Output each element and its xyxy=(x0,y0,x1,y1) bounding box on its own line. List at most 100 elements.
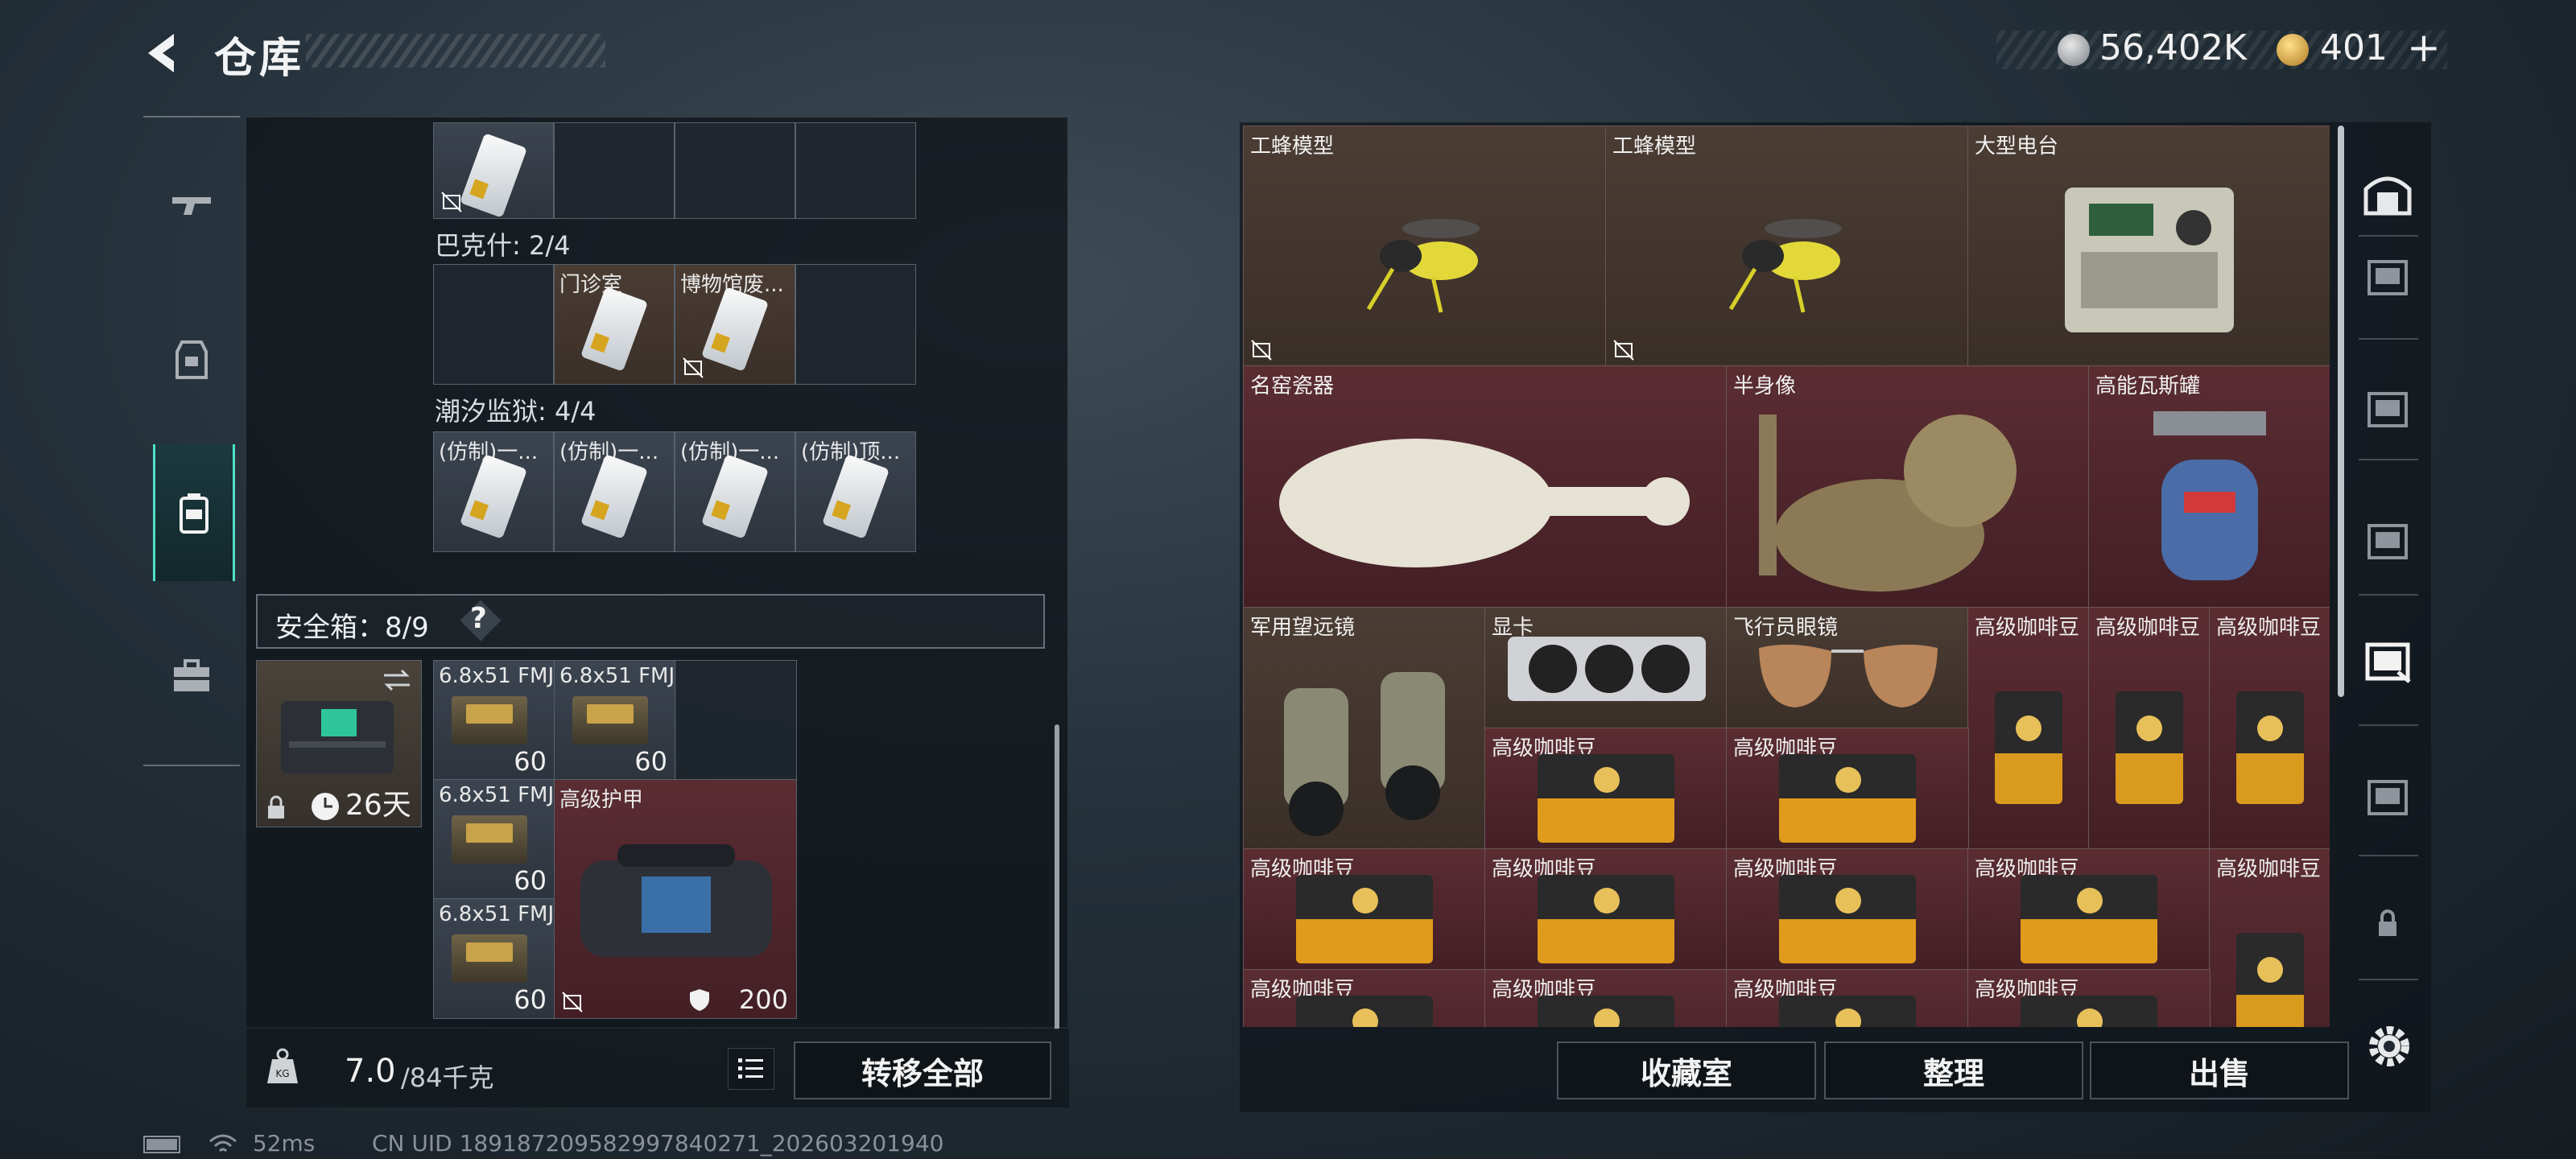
coffee-bag-icon xyxy=(1296,996,1433,1027)
porcelain-item[interactable]: 名窑瓷器 xyxy=(1243,365,1728,608)
nav-divider xyxy=(2359,338,2418,340)
key-card-replica[interactable]: (仿制)一... xyxy=(554,431,675,552)
coffee-bag-icon xyxy=(2021,875,2157,963)
empty-slot[interactable] xyxy=(795,122,916,219)
aviator-glasses-item[interactable]: 飞行员眼镜 xyxy=(1726,607,1969,729)
coffee-beans-item[interactable]: 高级咖啡豆 xyxy=(1484,848,1728,971)
gear-icon[interactable] xyxy=(2363,1021,2415,1072)
armor-bag-icon xyxy=(580,844,772,957)
coffee-beans-item[interactable]: 高级咖啡豆 xyxy=(1967,607,2090,850)
key-card-clinic[interactable]: 门诊室 xyxy=(554,264,675,385)
radio-icon xyxy=(2065,188,2234,332)
key-card-replica[interactable]: (仿制)一... xyxy=(675,431,795,552)
stash-scrollbar[interactable] xyxy=(2338,126,2344,697)
stash-page-3[interactable] xyxy=(2357,491,2418,588)
key-card-replica[interactable]: (仿制)顶... xyxy=(795,431,916,552)
coffee-beans-item[interactable]: 高级咖啡豆 xyxy=(1726,728,1969,850)
empty-slot[interactable] xyxy=(554,122,675,219)
empty-slot[interactable] xyxy=(795,264,916,385)
gpu-icon xyxy=(1508,637,1706,701)
item-label: 高级咖啡豆 xyxy=(1975,616,2080,640)
coffee-beans-item[interactable]: 高级咖啡豆 xyxy=(1243,848,1486,971)
coffee-beans-item[interactable]: 高级咖啡豆 xyxy=(2209,848,2330,1027)
coffee-beans-item[interactable]: 高级咖啡豆 xyxy=(1243,969,1486,1027)
stash-tab-icon xyxy=(2368,524,2408,559)
help-icon-glyph: ? xyxy=(470,602,487,635)
nav-divider xyxy=(2359,724,2418,726)
key-card-icon xyxy=(700,454,770,539)
bakesh-key-grid: 门诊室 博物馆废... xyxy=(433,264,916,385)
shield-icon xyxy=(690,989,709,1011)
silver-balance: 56,402K xyxy=(2099,27,2247,68)
key-card-replica[interactable]: (仿制)一... xyxy=(433,431,554,552)
svg-text:KG: KG xyxy=(275,1068,289,1079)
collection-room-button[interactable]: 收藏室 xyxy=(1557,1041,1816,1099)
coffee-beans-item[interactable]: 高级咖啡豆 xyxy=(1484,728,1728,850)
key-card-icon xyxy=(580,287,649,372)
coffee-beans-item[interactable]: 高级咖啡豆 xyxy=(1484,969,1728,1027)
stash-page-2[interactable] xyxy=(2357,359,2418,456)
coffee-beans-item[interactable]: 高级咖啡豆 xyxy=(1967,848,2211,971)
ammo-item[interactable]: 6.8x51 FMJ 60 xyxy=(554,660,676,781)
swap-icon[interactable] xyxy=(381,667,413,693)
stash-page-locked[interactable] xyxy=(2357,874,2418,971)
bust-item[interactable]: 半身像 xyxy=(1726,365,2090,608)
nav-toolbox[interactable] xyxy=(153,608,230,745)
back-arrow-icon[interactable] xyxy=(138,29,187,77)
empty-slot[interactable] xyxy=(675,122,795,219)
stash-tab-active-icon xyxy=(2365,642,2411,683)
bee-model-item[interactable]: 工蜂模型 xyxy=(1605,126,1969,367)
coffee-beans-item[interactable]: 高级咖啡豆 xyxy=(2088,607,2211,850)
stash-page-5[interactable] xyxy=(2357,747,2418,843)
no-carry-icon xyxy=(1251,340,1272,361)
coffee-bag-icon xyxy=(1779,996,1916,1027)
tidal-prison-key-grid: (仿制)一... (仿制)一... (仿制)一... (仿制)顶... xyxy=(433,431,916,552)
item-quantity: 60 xyxy=(514,746,547,777)
nav-armor[interactable] xyxy=(153,291,230,428)
stash-home-icon xyxy=(2363,176,2412,216)
nav-weapon[interactable] xyxy=(153,135,230,272)
binoculars-item[interactable]: 军用望远镜 xyxy=(1243,607,1486,850)
armor-item[interactable]: 高级护甲 200 xyxy=(554,779,797,1019)
transfer-all-button[interactable]: 转移全部 xyxy=(794,1041,1051,1099)
stash-page-4-active[interactable] xyxy=(2357,612,2418,708)
item-label: 高级咖啡豆 xyxy=(2095,616,2201,640)
nav-backpack[interactable] xyxy=(153,444,235,581)
item-label: 名窑瓷器 xyxy=(1250,374,1335,398)
large-radio-item[interactable]: 大型电台 xyxy=(1967,126,2330,367)
sell-button[interactable]: 出售 xyxy=(2090,1041,2349,1099)
empty-slot[interactable] xyxy=(675,660,797,781)
ammo-item[interactable]: 6.8x51 FMJ 60 xyxy=(433,660,555,781)
weight-icon: KG xyxy=(267,1048,298,1083)
safebox-case[interactable]: 26天 xyxy=(256,660,422,827)
nav-divider xyxy=(2359,594,2418,596)
add-gold-button[interactable]: + xyxy=(2407,24,2441,71)
armor-icon xyxy=(175,340,208,379)
bee-model-item[interactable]: 工蜂模型 xyxy=(1243,126,1607,367)
key-card-museum[interactable]: 博物馆废... xyxy=(675,264,795,385)
weight-current: 7.0 xyxy=(345,1053,396,1090)
coffee-beans-item[interactable]: 高级咖啡豆 xyxy=(1726,969,1969,1027)
stash-page-1[interactable] xyxy=(2357,227,2418,324)
coffee-beans-item[interactable]: 高级咖啡豆 xyxy=(1726,848,1969,971)
safebox-grid: 6.8x51 FMJ 60 6.8x51 FMJ 60 6.8x51 FMJ 6… xyxy=(433,660,799,1027)
ammo-item[interactable]: 6.8x51 FMJ 60 xyxy=(433,779,555,900)
ammo-item[interactable]: 6.8x51 FMJ 60 xyxy=(433,898,555,1019)
section-title-bakesh: 巴克什: 2/4 xyxy=(435,230,571,261)
coffee-beans-item[interactable]: 高级咖啡豆 xyxy=(1967,969,2211,1027)
list-view-button[interactable] xyxy=(728,1048,774,1090)
item-label: 大型电台 xyxy=(1975,134,2059,159)
inventory-scrollbar[interactable] xyxy=(1055,724,1059,1030)
item-label: 高级咖啡豆 xyxy=(2216,857,2322,881)
stash-tab-icon xyxy=(2368,780,2408,815)
backpack-icon xyxy=(180,493,208,534)
porcelain-vase-icon xyxy=(1279,439,1690,567)
empty-slot[interactable] xyxy=(433,264,554,385)
sort-button[interactable]: 整理 xyxy=(1824,1041,2083,1099)
bee-model-icon xyxy=(1728,218,1842,313)
gpu-item[interactable]: 显卡 xyxy=(1484,607,1728,729)
lock-icon xyxy=(2379,909,2396,936)
coffee-beans-item[interactable]: 高级咖啡豆 xyxy=(2209,607,2330,850)
key-card-item[interactable] xyxy=(433,122,554,219)
gas-canister-item[interactable]: 高能瓦斯罐 xyxy=(2088,365,2330,608)
